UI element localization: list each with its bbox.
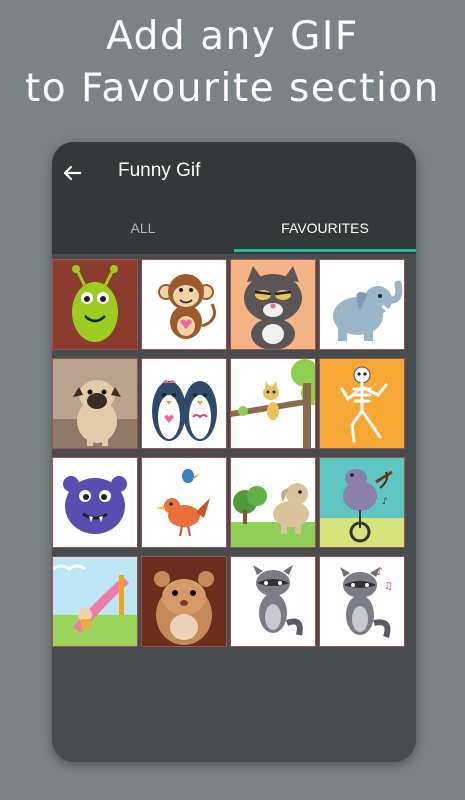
gif-tile-purple-monster[interactable] xyxy=(52,457,138,548)
tab-bar: ALL FAVOURITES xyxy=(52,204,416,254)
gif-tile-green-monster[interactable] xyxy=(52,259,138,350)
svg-text:♫: ♫ xyxy=(384,581,393,592)
gif-tile-monkey[interactable] xyxy=(141,259,227,350)
gif-tile-hamster[interactable] xyxy=(141,556,227,647)
gif-tile-slide[interactable] xyxy=(52,556,138,647)
tab-favourites[interactable]: FAVOURITES xyxy=(234,204,416,254)
svg-text:♪: ♪ xyxy=(382,497,388,507)
gif-tile-elephant[interactable] xyxy=(319,259,405,350)
gif-tile-elephant-in-park[interactable] xyxy=(230,457,316,548)
tab-selected-indicator xyxy=(234,249,416,252)
gif-tile-dancing-skeleton[interactable] xyxy=(319,358,405,449)
page-title: Funny Gif xyxy=(118,160,201,181)
gif-tile-pug[interactable] xyxy=(52,358,138,449)
gif-tile-grumpy-cat[interactable] xyxy=(230,259,316,350)
gif-tile-hippo-unicycle[interactable]: ♪ xyxy=(319,457,405,548)
gif-tile-penguins[interactable] xyxy=(141,358,227,449)
tab-all[interactable]: ALL xyxy=(52,204,234,254)
app-bar: Funny Gif xyxy=(52,142,416,204)
gif-tile-raccoon[interactable] xyxy=(230,556,316,647)
svg-text:♪: ♪ xyxy=(376,565,383,578)
phone-frame: Funny Gif ALL FAVOURITES ♪ ♪ ♫ xyxy=(52,142,416,762)
arrow-left-icon[interactable] xyxy=(62,163,82,183)
gif-tile-birds[interactable] xyxy=(141,457,227,548)
promo-headline-line2: to Favourite section xyxy=(25,66,440,111)
gif-tile-cat-on-branch[interactable] xyxy=(230,358,316,449)
promo-headline-line1: Add any GIF xyxy=(106,14,359,59)
gif-tile-raccoon-music[interactable]: ♪ ♫ xyxy=(319,556,405,647)
